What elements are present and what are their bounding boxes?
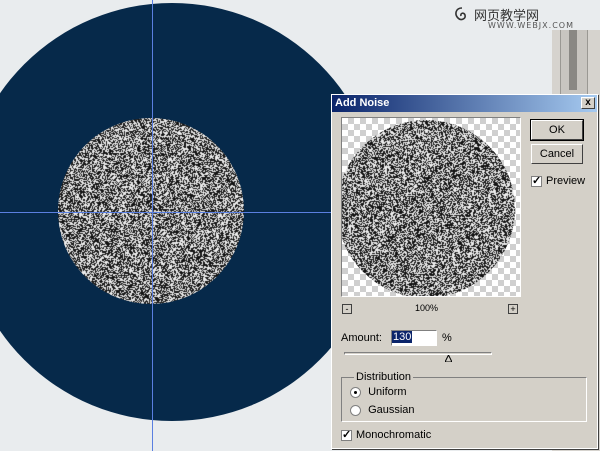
cancel-button[interactable]: Cancel [531, 144, 583, 164]
watermark-url: WWW.WEBJX.COM [488, 21, 574, 30]
preview-noise-circle [342, 120, 515, 296]
add-noise-dialog: Add Noise x - 100% + OK Cancel ✓ Preview … [331, 94, 598, 449]
watermark-logo: 网页教学网 WWW.WEBJX.COM [452, 4, 598, 34]
uniform-option[interactable]: Uniform [350, 386, 407, 398]
distribution-group: Distribution Uniform Gaussian [341, 371, 587, 422]
monochromatic-label: Monochromatic [356, 429, 432, 442]
preview-window[interactable] [341, 117, 521, 297]
uniform-radio[interactable] [350, 386, 361, 398]
zoom-in-button[interactable]: + [508, 304, 518, 314]
preview-checkbox-row[interactable]: ✓ Preview [531, 175, 585, 187]
checkmark-icon: ✓ [532, 174, 542, 187]
monochromatic-checkbox[interactable]: ✓ [341, 428, 352, 441]
monochromatic-row[interactable]: ✓ Monochromatic [341, 429, 431, 441]
dialog-title: Add Noise [335, 97, 390, 109]
dialog-titlebar[interactable]: Add Noise x [332, 95, 597, 112]
checkmark-icon: ✓ [342, 428, 352, 441]
noise-circle [58, 118, 244, 304]
swirl-icon [455, 7, 466, 21]
gaussian-radio[interactable] [350, 404, 361, 416]
close-button[interactable]: x [581, 97, 595, 109]
amount-unit: % [442, 332, 452, 344]
distribution-label: Distribution [354, 371, 414, 383]
amount-slider-track[interactable] [344, 352, 492, 355]
ok-button[interactable]: OK [530, 119, 584, 141]
amount-label: Amount: [341, 332, 382, 344]
preview-label: Preview [546, 175, 586, 188]
amount-row: Amount: 130 % [341, 330, 452, 346]
preview-checkbox[interactable]: ✓ [531, 174, 542, 187]
horizontal-guide[interactable] [0, 212, 335, 213]
zoom-level: 100% [415, 303, 439, 313]
amount-input[interactable]: 130 [391, 330, 437, 346]
zoom-out-button[interactable]: - [342, 304, 352, 314]
uniform-label: Uniform [368, 386, 407, 399]
scrollbar[interactable] [560, 30, 588, 100]
amount-slider-thumb[interactable] [444, 355, 452, 362]
vertical-guide[interactable] [152, 0, 153, 451]
amount-value: 130 [392, 331, 413, 343]
gaussian-option[interactable]: Gaussian [350, 404, 415, 416]
gaussian-label: Gaussian [368, 404, 415, 417]
